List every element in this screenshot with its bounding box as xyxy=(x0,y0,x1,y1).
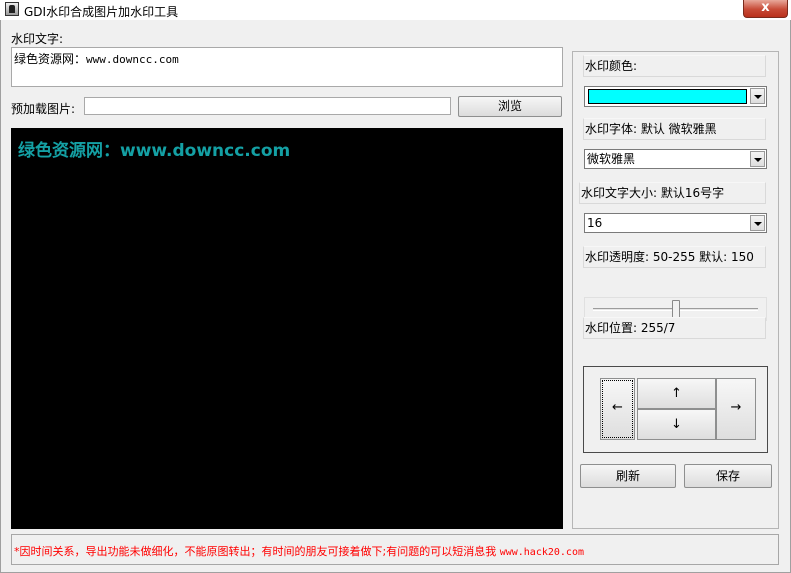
font-label: 水印字体: 默认 微软雅黑 xyxy=(583,118,766,140)
save-button[interactable]: 保存 xyxy=(684,464,772,488)
preview-watermark-text: 绿色资源网：www.downcc.com xyxy=(18,141,291,161)
font-select-value: 微软雅黑 xyxy=(587,152,636,166)
refresh-button[interactable]: 刷新 xyxy=(580,464,676,488)
move-down-button[interactable]: ↓ xyxy=(637,409,716,440)
status-url: www.hack20.com xyxy=(499,547,584,558)
status-message-text: *因时间关系，导出功能未做细化，不能原图转出；有时间的朋友可接着做下;有问题的可… xyxy=(14,545,500,558)
window-title: GDI水印合成图片加水印工具 xyxy=(24,5,179,19)
status-bar: *因时间关系，导出功能未做细化，不能原图转出；有时间的朋友可接着做下;有问题的可… xyxy=(11,534,779,565)
opacity-label: 水印透明度: 50-255 默认: 150 xyxy=(583,246,766,268)
watermark-text-label: 水印文字: xyxy=(11,32,64,46)
browse-button[interactable]: 浏览 xyxy=(458,96,562,117)
move-right-button[interactable]: → xyxy=(716,378,756,440)
watermark-text-input[interactable]: 绿色资源网：www.downcc.com xyxy=(11,47,563,87)
chevron-down-icon[interactable] xyxy=(750,88,765,104)
size-select[interactable]: 16 xyxy=(584,213,767,233)
watermark-text-value-prefix: 绿色资源网： xyxy=(14,52,87,66)
position-label: 水印位置: 255/7 xyxy=(583,317,766,339)
move-left-button[interactable]: ← xyxy=(600,378,635,440)
chevron-down-icon[interactable] xyxy=(750,215,765,231)
color-label: 水印颜色: xyxy=(583,55,766,77)
settings-panel: 水印颜色: 水印字体: 默认 微软雅黑 微软雅黑 水印文字大小: 默认16号字 … xyxy=(572,51,779,529)
preload-image-input[interactable] xyxy=(84,97,451,115)
close-button[interactable]: x xyxy=(743,0,788,18)
status-message: *因时间关系，导出功能未做细化，不能原图转出；有时间的朋友可接着做下;有问题的可… xyxy=(14,543,584,559)
app-icon[interactable] xyxy=(5,2,19,16)
font-select[interactable]: 微软雅黑 xyxy=(584,149,767,169)
title-bar: GDI水印合成图片加水印工具 x xyxy=(0,0,791,20)
chevron-down-icon[interactable] xyxy=(750,151,765,167)
size-label: 水印文字大小: 默认16号字 xyxy=(579,182,766,204)
position-pad: ← ↑ ↓ → xyxy=(583,366,768,453)
color-swatch xyxy=(588,89,747,104)
size-select-value: 16 xyxy=(587,216,603,230)
watermark-text-value-url: www.downcc.com xyxy=(86,53,179,66)
main-window: 水印文字: 绿色资源网：www.downcc.com 预加载图片: 浏览 绿色资… xyxy=(0,20,791,573)
color-picker[interactable] xyxy=(584,86,767,107)
preload-image-label: 预加载图片: xyxy=(11,102,76,116)
preview-canvas: 绿色资源网：www.downcc.com xyxy=(11,128,563,529)
move-up-button[interactable]: ↑ xyxy=(637,378,716,409)
